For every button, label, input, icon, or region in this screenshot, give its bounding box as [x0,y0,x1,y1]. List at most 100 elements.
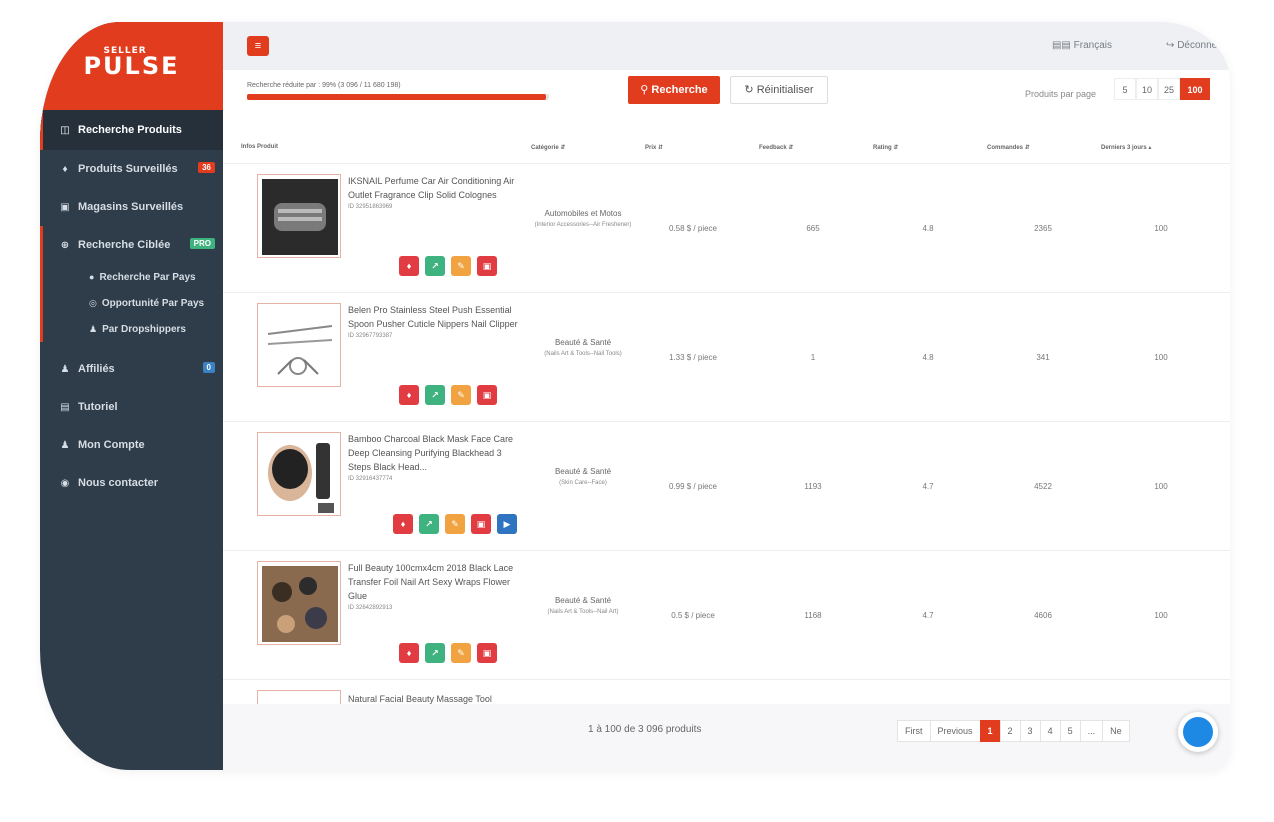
sidebar-item-nous-contacter[interactable]: ◉ Nous contacter [40,464,223,502]
sidebar-subitem-opportunite-par-pays[interactable]: ◎ Opportunité Par Pays [43,290,223,316]
count-badge: 36 [198,162,215,173]
logo-top: SELLER [103,46,147,56]
search-button[interactable]: ⚲ Recherche [628,76,720,104]
product-title: Belen Pro Stainless Steel Push Essential… [348,305,518,329]
last3-cell: 100 [1154,482,1168,491]
product-name[interactable]: Belen Pro Stainless Steel Push Essential… [348,303,518,341]
column-header-commandes[interactable]: Commandes ⇵ [987,144,1030,151]
product-image [267,325,333,375]
store-button[interactable]: ▣ [477,256,497,276]
bell-icon: ♦ [406,648,412,658]
per-page-option[interactable]: 10 [1136,78,1158,100]
product-image [262,566,338,642]
open-link-button[interactable]: ✎ [445,514,465,534]
table-row: Full Beauty 100cmx4cm 2018 Black Lace Tr… [223,551,1230,680]
video-button[interactable]: ▶ [497,514,517,534]
page-first[interactable]: First [897,720,931,742]
sidebar-item-label: Produits Surveillés [78,163,178,175]
watch-product-button[interactable]: ♦ [393,514,413,534]
reset-button[interactable]: ↻ Réinitialiser [730,76,828,104]
product-thumbnail[interactable] [257,690,341,704]
column-header-feedback[interactable]: Feedback ⇵ [759,144,793,151]
product-thumbnail[interactable] [257,174,341,258]
sidebar-item-recherche-produits[interactable]: ◫ Recherche Produits [40,110,223,150]
language-selector[interactable]: ▤▤ Français [1052,40,1112,51]
page-number[interactable]: 4 [1039,720,1061,742]
category-name: Beauté & Santé [554,338,612,347]
sidebar-item-recherche-ciblee[interactable]: ⊕ Recherche Ciblée PRO [43,226,223,264]
watch-product-button[interactable]: ♦ [399,385,419,405]
column-header-prix[interactable]: Prix ⇵ [645,144,663,151]
product-id: ID 32967793387 [348,333,393,339]
page-number-active[interactable]: 1 [979,720,1001,742]
column-header-label: Prix [645,145,657,151]
progress-fill [247,94,546,100]
product-thumbnail[interactable] [257,432,341,516]
column-header-infos: Infos Produit [241,144,278,150]
per-page-label: Produits par page [1024,89,1096,99]
menu-toggle-button[interactable]: ≡ [247,36,269,56]
sidebar: SELLER PULSE ◫ Recherche Produits ♦ Prod… [40,22,223,770]
per-page-option[interactable]: 25 [1158,78,1180,100]
page-number[interactable]: 5 [1059,720,1081,742]
table-row: Natural Facial Beauty Massage Tool [223,680,1230,704]
database-icon: ◫ [60,124,70,136]
book-icon: ▤ [60,401,70,413]
sidebar-item-label: Recherche Produits [78,124,182,136]
sidebar-item-affilies[interactable]: ♟ Affiliés 0 [40,350,223,388]
sidebar-item-label: Mon Compte [78,439,145,451]
sidebar-item-produits-surveilles[interactable]: ♦ Produits Surveillés 36 [40,150,223,188]
category-cell: Beauté & Santé (Skin Care--Face) [523,466,643,488]
product-name[interactable]: IKSNAIL Perfume Car Air Conditioning Air… [348,174,518,212]
row-actions: ♦ ↗ ✎ ▣ [399,385,497,405]
column-header-derniers-3-jours[interactable]: Derniers 3 jours ▴ [1101,144,1151,151]
store-button[interactable]: ▣ [471,514,491,534]
sidebar-item-magasins-surveilles[interactable]: ▣ Magasins Surveillés [40,188,223,226]
open-link-button[interactable]: ✎ [451,643,471,663]
page-next[interactable]: Ne [1102,720,1130,742]
column-header-rating[interactable]: Rating ⇵ [873,144,898,151]
product-id: ID 32951863969 [348,204,393,210]
product-name[interactable]: Full Beauty 100cmx4cm 2018 Black Lace Tr… [348,561,518,613]
logout-label: Déconnexio [1177,40,1230,51]
filter-progress-bar [247,94,549,100]
store-button[interactable]: ▣ [477,643,497,663]
stats-button[interactable]: ↗ [425,385,445,405]
open-link-button[interactable]: ✎ [451,256,471,276]
open-link-button[interactable]: ✎ [451,385,471,405]
external-link-icon: ✎ [451,519,459,529]
stats-button[interactable]: ↗ [425,256,445,276]
watch-product-button[interactable]: ♦ [399,256,419,276]
per-page-option-selected[interactable]: 100 [1180,78,1210,100]
products-table: Infos Produit Catégorie ⇵ Prix ⇵ Feedbac… [223,120,1230,704]
page-previous[interactable]: Previous [929,720,981,742]
category-name: Beauté & Santé [554,467,612,476]
page-number[interactable]: 2 [999,720,1021,742]
sidebar-subitem-label: Opportunité Par Pays [101,297,205,309]
logout-icon: ↪ [1166,40,1175,51]
pagination: First Previous 1 2 3 4 5 ... Ne [897,720,1130,742]
product-name[interactable]: Bamboo Charcoal Black Mask Face Care Dee… [348,432,518,484]
page-number[interactable]: 3 [1019,720,1041,742]
product-title[interactable]: Natural Facial Beauty Massage Tool [348,694,492,704]
column-header-categorie[interactable]: Catégorie ⇵ [531,144,565,151]
messenger-chat-button[interactable] [1178,712,1218,752]
external-link-icon: ✎ [457,261,465,271]
per-page-option[interactable]: 5 [1114,78,1136,100]
stats-button[interactable]: ↗ [419,514,439,534]
sidebar-item-tutoriel[interactable]: ▤ Tutoriel [40,388,223,426]
sidebar-subitem-par-dropshippers[interactable]: ♟ Par Dropshippers [43,316,223,342]
product-thumbnail[interactable] [257,561,341,645]
product-thumbnail[interactable] [257,303,341,387]
logout-link[interactable]: ↪ Déconnexio [1166,40,1230,51]
stats-button[interactable]: ↗ [425,643,445,663]
watch-product-button[interactable]: ♦ [399,643,419,663]
sidebar-item-mon-compte[interactable]: ♟ Mon Compte [40,426,223,464]
sidebar-subitem-recherche-par-pays[interactable]: ● Recherche Par Pays [43,264,223,290]
store-button[interactable]: ▣ [477,385,497,405]
sidebar-item-label: Nous contacter [78,477,159,489]
column-header-label: Feedback [759,145,787,151]
logo-area[interactable]: SELLER PULSE [40,22,223,110]
sort-icon: ⇵ [560,145,566,151]
row-actions: ♦ ↗ ✎ ▣ ▶ [393,514,517,534]
